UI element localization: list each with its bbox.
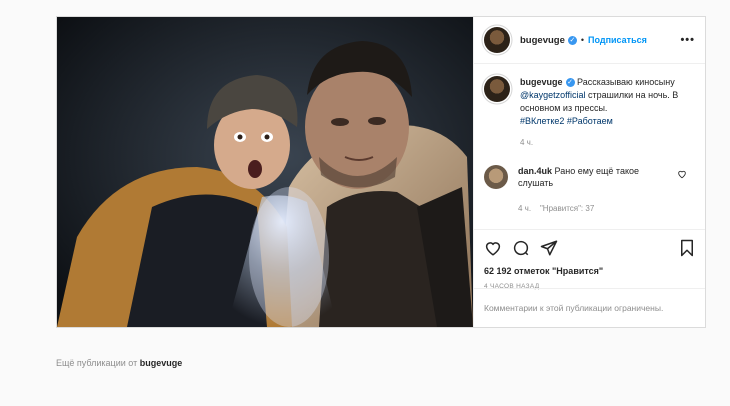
post-card: bugevuge ✓ • Подписаться ••• bugevuge ✓ Р…	[56, 16, 706, 328]
post-header: bugevuge ✓ • Подписаться •••	[474, 17, 705, 64]
post-photo[interactable]	[57, 17, 473, 327]
comment-like-icon[interactable]	[677, 169, 687, 181]
more-posts-heading: Ещё публикации от bugevuge	[56, 358, 182, 368]
avatar[interactable]	[484, 27, 510, 53]
follow-button[interactable]: Подписаться	[588, 35, 647, 45]
avatar[interactable]	[484, 165, 508, 189]
hashtag-link[interactable]: #ВКлетке2	[520, 116, 564, 126]
more-icon[interactable]: •••	[680, 34, 695, 46]
comment-username[interactable]: dan.4uk	[518, 166, 552, 176]
comment-time[interactable]: 4 ч.	[518, 204, 531, 213]
comment-item: dan.4uk Рано ему ещё такое слушать 4 ч. …	[484, 165, 695, 215]
more-posts-username[interactable]: bugevuge	[140, 358, 183, 368]
share-icon[interactable]	[540, 239, 558, 257]
mention-link[interactable]: @kaygetzofficial	[520, 90, 586, 100]
caption: bugevuge ✓ Рассказываю киносыну @kaygetzo…	[484, 76, 695, 149]
comment-likes[interactable]: "Нравится": 37	[540, 204, 594, 213]
likes-count[interactable]: 62 192 отметок "Нравится"	[484, 266, 695, 276]
avatar[interactable]	[484, 76, 510, 102]
verified-icon: ✓	[565, 78, 575, 88]
caption-text: bugevuge ✓ Рассказываю киносыну @kaygetzo…	[520, 76, 695, 149]
comment-body: dan.4uk Рано ему ещё такое слушать 4 ч. …	[518, 165, 668, 215]
separator-dot: •	[580, 35, 585, 45]
bookmark-icon[interactable]	[679, 239, 695, 257]
caption-username[interactable]: bugevuge	[520, 77, 563, 87]
comments-list: bugevuge ✓ Рассказываю киносыну @kaygetzo…	[474, 64, 705, 220]
photo-illustration	[57, 17, 473, 327]
comment-meta: 4 ч. "Нравится": 37	[518, 203, 668, 215]
username[interactable]: bugevuge	[520, 35, 565, 46]
verified-icon: ✓	[567, 35, 577, 45]
more-posts-prefix: Ещё публикации от	[56, 358, 138, 368]
post-actions: 62 192 отметок "Нравится" 4 ЧАСОВ НАЗАД	[474, 229, 705, 290]
comments-disabled-note: Комментарии к этой публикации ограничены…	[474, 288, 705, 327]
heart-icon[interactable]	[484, 239, 502, 257]
hashtag-link[interactable]: #Работаем	[567, 116, 613, 126]
comment-icon[interactable]	[512, 239, 530, 257]
caption-time[interactable]: 4 ч.	[520, 136, 695, 149]
action-icons	[484, 238, 695, 258]
caption-text-1: Рассказываю киносыну	[577, 77, 675, 87]
post-sidebar: bugevuge ✓ • Подписаться ••• bugevuge ✓ Р…	[473, 17, 705, 327]
